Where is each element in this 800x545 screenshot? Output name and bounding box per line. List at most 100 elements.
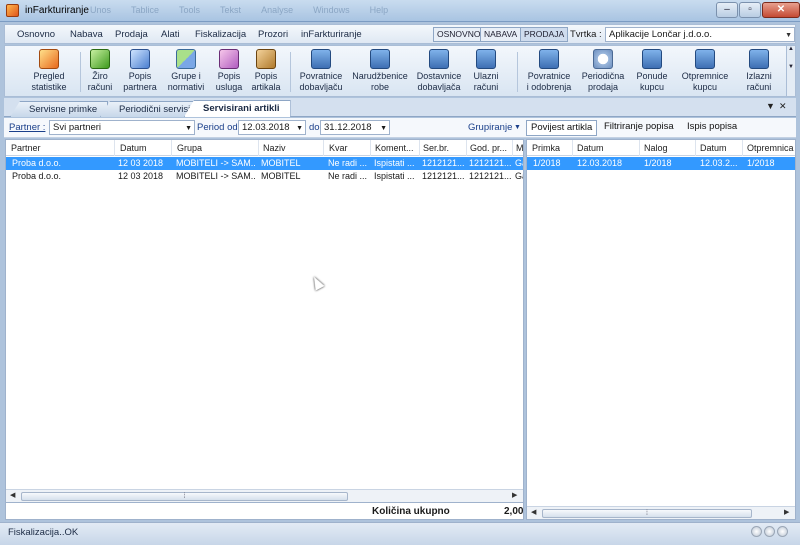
tab-dropdown-icon[interactable]: ▼ (766, 101, 775, 111)
ribbon-label: Izlazni (746, 71, 772, 81)
filtriranje-popisa-button[interactable]: Filtriranje popisa (600, 120, 678, 136)
ispis-popisa-button[interactable]: Ispis popisa (683, 120, 741, 136)
col-komentar[interactable]: Koment... (375, 143, 419, 153)
col-m[interactable]: M (516, 143, 523, 153)
menu-alati[interactable]: Alati (161, 29, 179, 40)
menu-fiskalizacija[interactable]: Fiskalizacija (195, 29, 246, 40)
ziro-racuni-button[interactable]: Žiro računi (85, 49, 115, 93)
scroll-thumb[interactable]: ⁞ (542, 509, 752, 518)
col-separator[interactable] (258, 140, 259, 156)
col-kvar[interactable]: Kvar (329, 143, 369, 153)
col-god-pr[interactable]: God. pr... (470, 143, 515, 153)
col-naziv[interactable]: Naziv (263, 143, 323, 153)
date-to-field[interactable]: 31.12.2018 ▼ (320, 120, 390, 135)
col-datum[interactable]: Datum (120, 143, 170, 153)
col-nalog[interactable]: Nalog (644, 143, 694, 153)
col-primka[interactable]: Primka (532, 143, 572, 153)
col-otpremnica[interactable]: Otpremnica (747, 143, 795, 153)
ghost-menu-item: Windows (313, 5, 350, 15)
partner-select[interactable]: Svi partneri ▼ (49, 120, 195, 135)
grupiranje-button[interactable]: Grupiranje (468, 122, 512, 133)
col-separator[interactable] (171, 140, 172, 156)
dostavnice-dobavljaca-button[interactable]: Dostavnice dobavljača (411, 49, 467, 93)
ribbon-scroll[interactable]: ▲ ▼ (786, 46, 795, 96)
tab-close-icon[interactable]: ✕ (779, 101, 787, 112)
mode-nabava-button[interactable]: NABAVA (480, 27, 522, 42)
mode-osnovno-button[interactable]: OSNOVNO (433, 27, 485, 42)
table-row[interactable]: Proba d.o.o. 12 03 2018 MOBITELI -> SAM.… (6, 170, 523, 183)
scroll-thumb[interactable]: ⁞ (21, 492, 348, 501)
status-indicators (751, 526, 788, 537)
scroll-right-icon[interactable]: ▶ (784, 508, 789, 516)
grupe-normativi-button[interactable]: Grupe i normativi (163, 49, 209, 93)
chevron-down-icon: ▼ (296, 125, 303, 132)
tab-servisne-primke[interactable]: Servisne primke (10, 101, 109, 117)
povratnice-dobavljacu-button[interactable]: Povratnice dobavljaču (295, 49, 347, 93)
otpremnice-kupcu-button[interactable]: Otpremnice kupcu (677, 49, 733, 93)
col-separator[interactable] (695, 140, 696, 156)
table-row[interactable]: Proba d.o.o. 12 03 2018 MOBITELI -> SAM.… (6, 157, 523, 170)
partner-label[interactable]: Partner : (9, 122, 45, 133)
col-separator[interactable] (419, 140, 420, 156)
narudzbenice-robe-button[interactable]: Narudžbenice robe (350, 49, 410, 93)
chart-icon (39, 49, 59, 69)
col-grupa[interactable]: Grupa (177, 143, 257, 153)
ghost-menu: Unos Tablice Tools Tekst Analyse Windows… (90, 5, 388, 15)
ribbon-label: usluga (215, 82, 243, 92)
menu-prozori[interactable]: Prozori (258, 29, 288, 40)
totals-bar: Količina ukupno 2,00 (5, 503, 524, 520)
ribbon-label: Periodična (581, 71, 625, 81)
col-separator[interactable] (370, 140, 371, 156)
grid-header: Partner Datum Grupa Naziv Kvar Koment...… (6, 140, 523, 156)
tab-servisirani-artikli[interactable]: Servisirani artikli (184, 100, 291, 117)
left-horizontal-scrollbar[interactable]: ◀ ⁞ ▶ (6, 489, 523, 502)
close-button[interactable]: ✕ (762, 2, 800, 18)
ponude-kupcu-button[interactable]: Ponude kupcu (632, 49, 672, 93)
ulazni-racuni-button[interactable]: Ulazni računi (468, 49, 504, 93)
izlazni-racuni-button[interactable]: Izlazni računi (739, 49, 779, 93)
ghost-menu-item: Tools (179, 5, 201, 15)
popis-usluga-button[interactable]: Popis usluga (212, 49, 246, 93)
status-dot-icon (764, 526, 775, 537)
periodicna-prodaja-button[interactable]: Periodična prodaja (579, 49, 627, 93)
app-icon (6, 4, 19, 17)
ribbon-label: Dostavnice (416, 71, 462, 81)
date-from-field[interactable]: 12.03.2018 ▼ (238, 120, 306, 135)
tvrtka-select[interactable]: Aplikacije Lončar j.d.o.o. ▼ (605, 27, 795, 42)
popis-artikala-button[interactable]: Popis artikala (248, 49, 284, 93)
menu-infarkturiranje[interactable]: inFarkturiranje (301, 29, 362, 40)
minimize-button[interactable]: – (716, 2, 738, 18)
pregled-statistike-button[interactable]: Pregled statistike (25, 49, 73, 93)
col-separator[interactable] (742, 140, 743, 156)
menu-osnovno[interactable]: Osnovno (17, 29, 55, 40)
col-serbr[interactable]: Ser.br. (423, 143, 467, 153)
col-separator[interactable] (572, 140, 573, 156)
cell-datum: 12 03 2018 (118, 171, 164, 181)
status-dot-icon (777, 526, 788, 537)
povratnice-odobrenja-button[interactable]: Povratnice i odobrenja (521, 49, 577, 93)
menu-nabava[interactable]: Nabava (70, 29, 103, 40)
table-row[interactable]: 1/2018 12.03.2018 1/2018 12.03.2... 1/20… (527, 157, 795, 170)
scroll-left-icon[interactable]: ◀ (10, 491, 15, 499)
scroll-left-icon[interactable]: ◀ (531, 508, 536, 516)
ribbon-label: kupcu (639, 82, 665, 92)
col-datum-2[interactable]: Datum (700, 143, 740, 153)
scroll-right-icon[interactable]: ▶ (512, 491, 517, 499)
bank-icon (90, 49, 110, 69)
mode-prodaja-button[interactable]: PRODAJA (520, 27, 569, 42)
povijest-artikla-button[interactable]: Povijest artikla (526, 120, 598, 136)
col-separator[interactable] (114, 140, 115, 156)
col-separator[interactable] (639, 140, 640, 156)
maximize-button[interactable]: ▫ (739, 2, 761, 18)
ribbon-separator (290, 52, 291, 92)
col-separator[interactable] (323, 140, 324, 156)
col-datum[interactable]: Datum (577, 143, 637, 153)
col-separator[interactable] (512, 140, 513, 156)
col-separator[interactable] (466, 140, 467, 156)
ribbon-label: računi (87, 82, 113, 92)
menu-prodaja[interactable]: Prodaja (115, 29, 148, 40)
right-horizontal-scrollbar[interactable]: ◀ ⁞ ▶ (527, 506, 795, 519)
kolicina-ukupno-label: Količina ukupno (372, 506, 450, 517)
col-partner[interactable]: Partner (11, 143, 111, 153)
popis-partnera-button[interactable]: Popis partnera (120, 49, 160, 93)
